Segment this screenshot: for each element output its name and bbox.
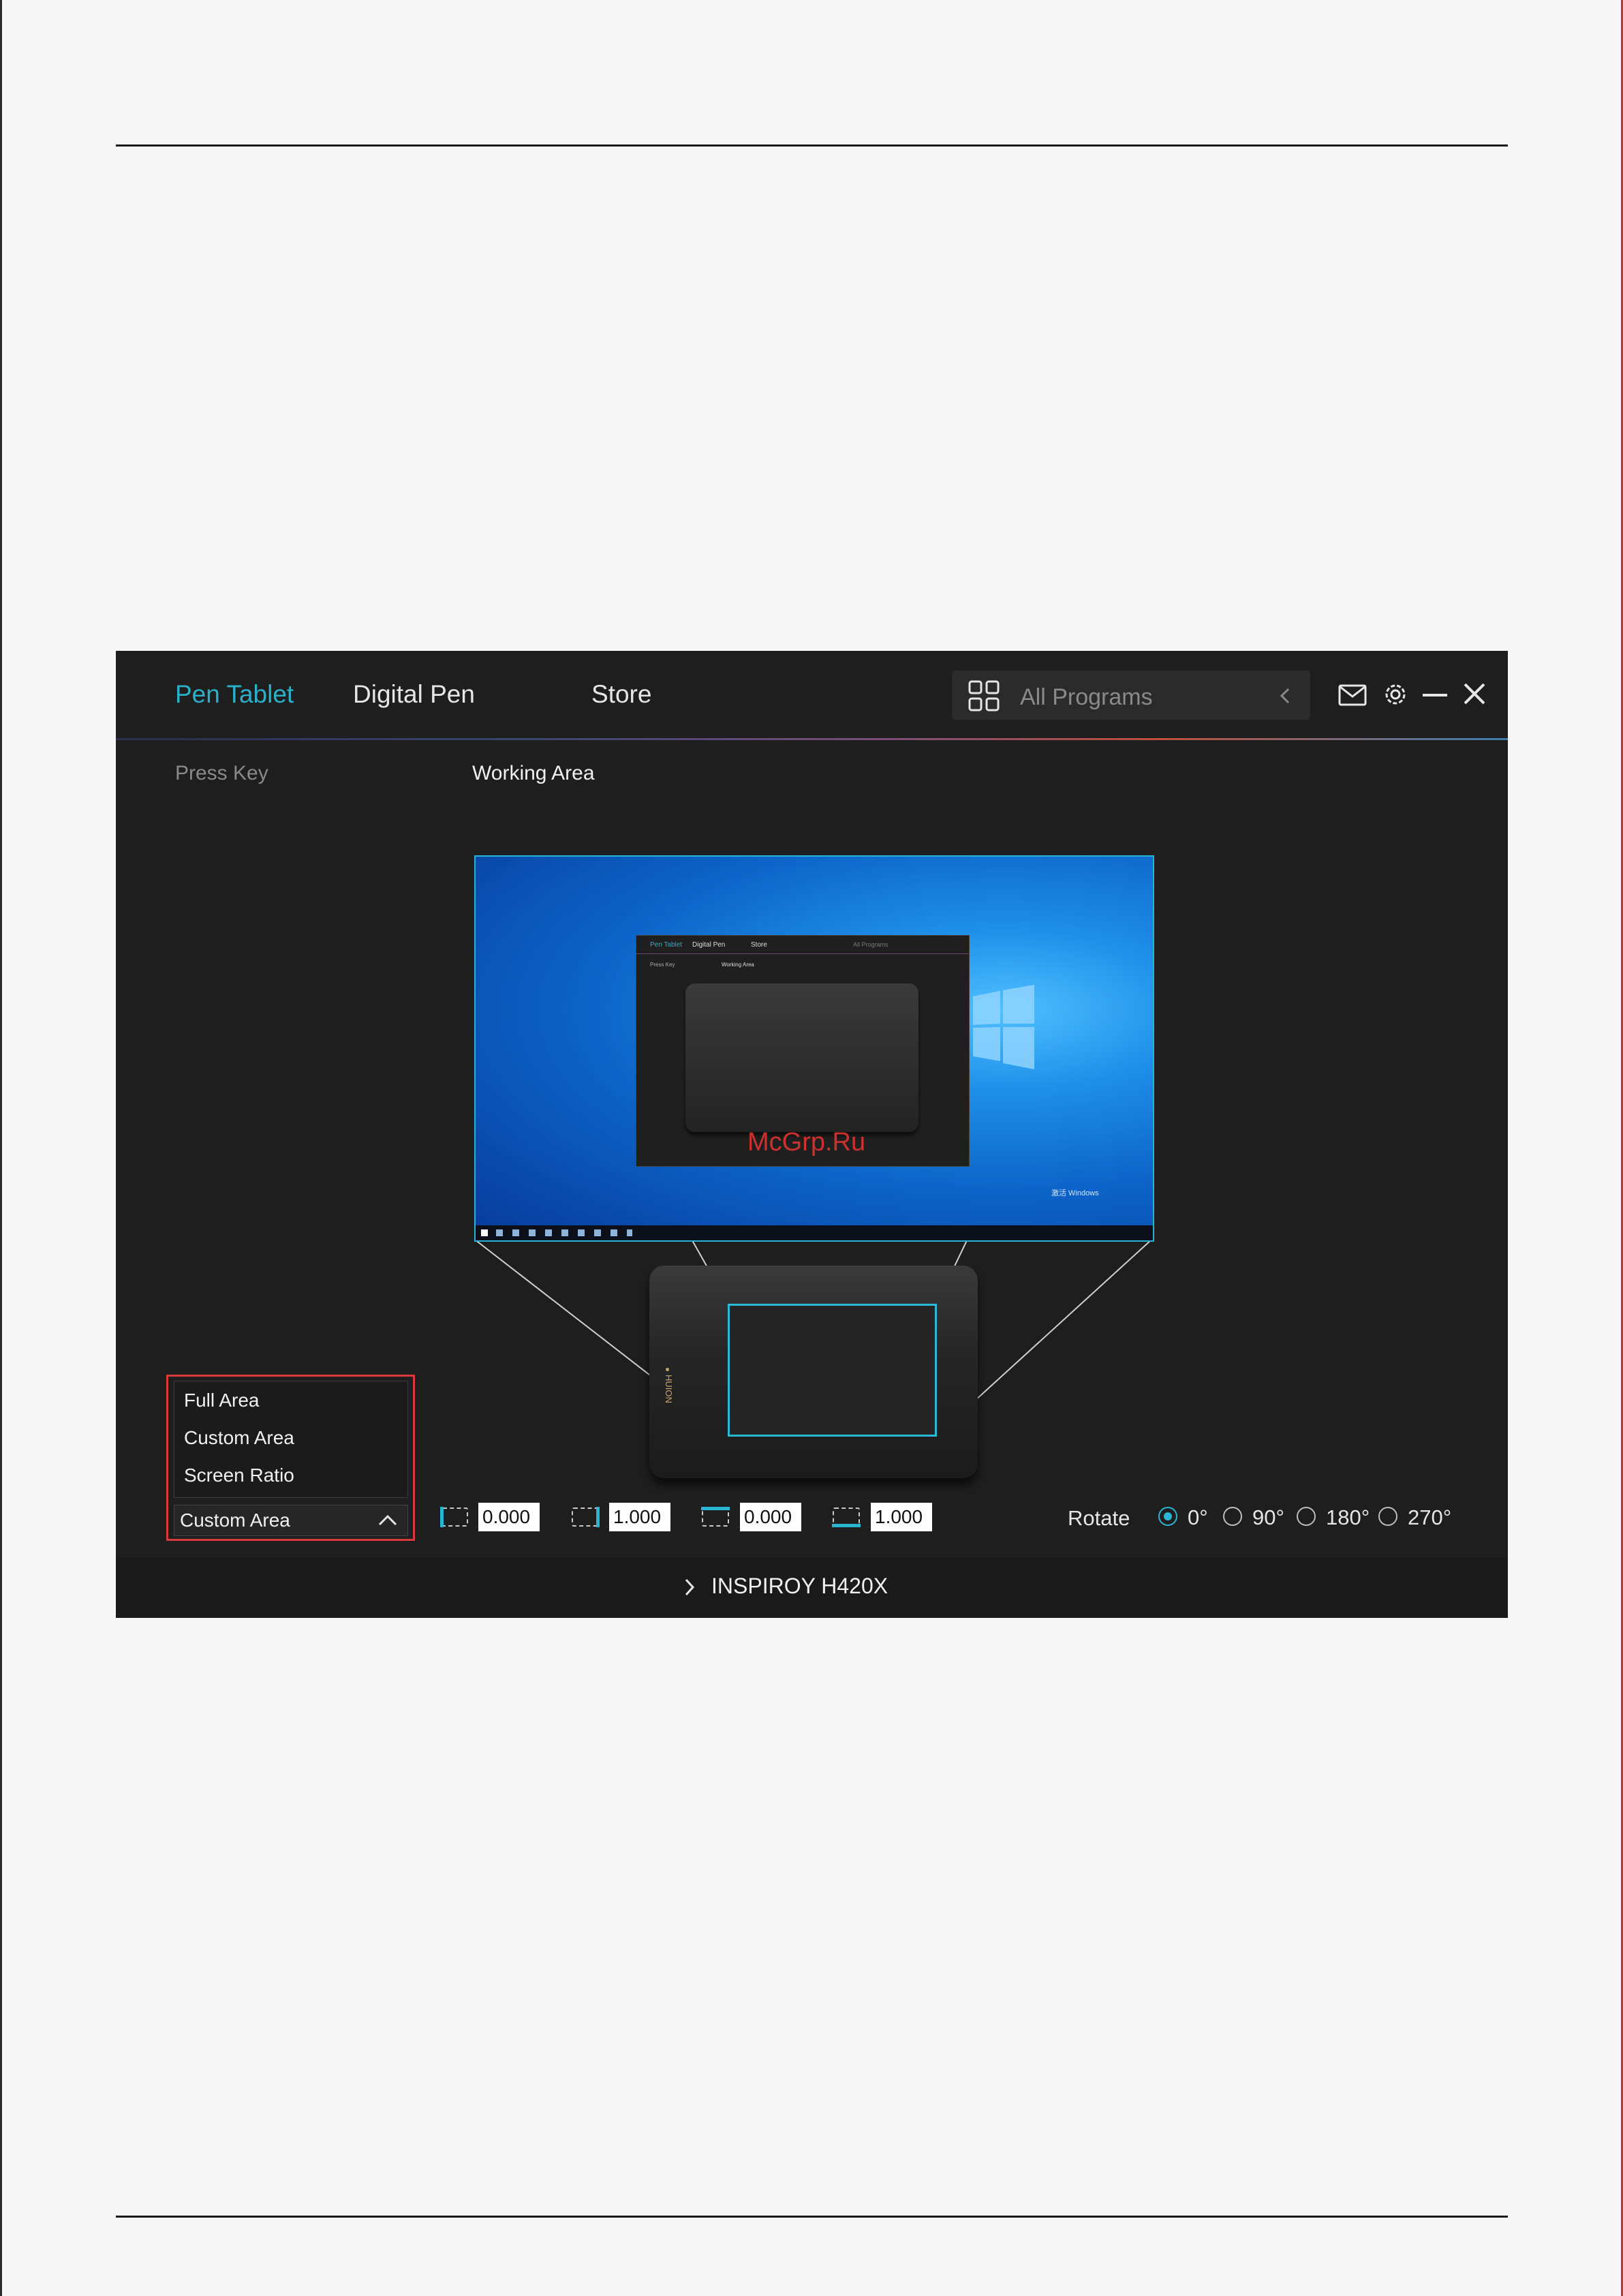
rotate-270-label: 270° <box>1408 1505 1452 1529</box>
area-right-input[interactable] <box>609 1503 670 1531</box>
device-footer[interactable]: INSPIROY H420X <box>116 1558 1508 1618</box>
mini-subtab-working-area: Working Area <box>722 962 754 968</box>
rotate-270-radio[interactable] <box>1378 1507 1397 1526</box>
windows-taskbar <box>476 1225 1153 1240</box>
top-page-rule <box>116 144 1508 147</box>
chevron-right-icon <box>685 1578 695 1596</box>
mini-program-select: All Programs <box>853 941 888 948</box>
area-left-icon <box>440 1507 468 1527</box>
area-dropdown[interactable]: Full Area Custom Area Screen Ratio Custo… <box>166 1375 415 1541</box>
tablet-indicator <box>666 1368 669 1371</box>
screen-preview[interactable]: Pen Tablet Digital Pen Store All Program… <box>474 855 1154 1242</box>
windows-logo-icon <box>973 985 1034 1069</box>
chevron-up-icon <box>378 1514 397 1526</box>
dropdown-option-screen-ratio[interactable]: Screen Ratio <box>184 1465 294 1486</box>
mini-header-line <box>636 953 969 954</box>
bottom-page-rule <box>116 2216 1508 2218</box>
mini-subtab-press-key: Press Key <box>650 962 675 968</box>
dropdown-option-full-area[interactable]: Full Area <box>184 1390 260 1411</box>
area-left-input[interactable] <box>478 1503 540 1531</box>
mini-tab-store: Store <box>751 941 767 949</box>
rotate-0-radio[interactable] <box>1158 1507 1177 1526</box>
desktop-activation-text: 激活 Windows <box>1051 1189 1099 1197</box>
device-name: INSPIROY H420X <box>711 1574 888 1598</box>
area-top-input[interactable] <box>740 1503 801 1531</box>
tablet-active-area[interactable] <box>728 1304 937 1437</box>
watermark-text: McGrp.Ru <box>747 1128 866 1157</box>
mini-tablet <box>685 983 918 1132</box>
rotate-label: Rotate <box>1068 1506 1130 1530</box>
mini-tab-digital-pen: Digital Pen <box>692 941 726 949</box>
tablet-brand: HUION <box>664 1375 674 1403</box>
area-dropdown-selected[interactable]: Custom Area <box>174 1505 408 1536</box>
rotate-0-label: 0° <box>1188 1505 1208 1529</box>
area-bottom-input[interactable] <box>871 1503 932 1531</box>
rotate-180-radio[interactable] <box>1297 1507 1316 1526</box>
area-top-icon <box>701 1507 730 1527</box>
dropdown-option-custom-area[interactable]: Custom Area <box>184 1427 294 1449</box>
page-left-edge <box>0 0 2 2296</box>
rotate-90-label: 90° <box>1252 1505 1284 1529</box>
area-dropdown-menu: Full Area Custom Area Screen Ratio <box>174 1381 408 1498</box>
taskbar-app-icons <box>496 1229 632 1236</box>
rotate-180-label: 180° <box>1326 1505 1370 1529</box>
area-dropdown-selected-label: Custom Area <box>180 1510 290 1531</box>
area-right-icon <box>572 1507 600 1527</box>
mini-tab-pen-tablet: Pen Tablet <box>650 941 683 949</box>
area-bottom-icon <box>832 1507 861 1527</box>
start-icon <box>481 1229 488 1236</box>
rotate-90-radio[interactable] <box>1223 1507 1242 1526</box>
